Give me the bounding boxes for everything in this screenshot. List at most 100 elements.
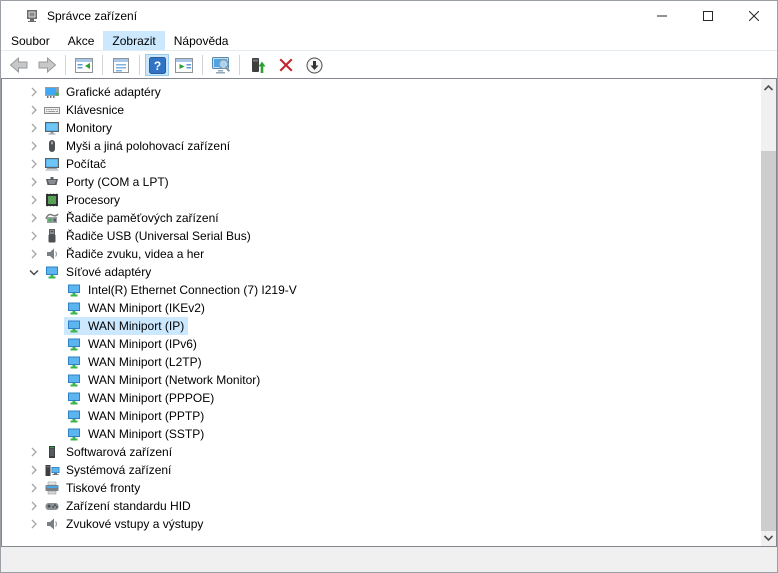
tree-item-content[interactable]: Systémová zařízení [42, 461, 175, 479]
tree-item[interactable]: Systémová zařízení [2, 461, 761, 479]
tree-item[interactable]: Řadiče zvuku, videa a her [2, 245, 761, 263]
properties-button[interactable] [108, 53, 134, 77]
tree-item[interactable]: WAN Miniport (IP) [2, 317, 761, 335]
tree-item[interactable]: Klávesnice [2, 101, 761, 119]
chevron-right-icon[interactable] [26, 498, 42, 514]
tree-item[interactable]: WAN Miniport (Network Monitor) [2, 371, 761, 389]
tree-item[interactable]: Softwarová zařízení [2, 443, 761, 461]
audio-controller-icon [44, 246, 60, 262]
chevron-right-icon [26, 84, 42, 100]
network-adapter-icon [66, 426, 82, 442]
chevron-right-icon[interactable] [26, 246, 42, 262]
tree-item[interactable]: Myši a jiná polohovací zařízení [2, 137, 761, 155]
processor-icon [44, 192, 60, 208]
chevron-right-icon[interactable] [26, 102, 42, 118]
tree-item[interactable]: WAN Miniport (IPv6) [2, 335, 761, 353]
tree-item[interactable]: Intel(R) Ethernet Connection (7) I219-V [2, 281, 761, 299]
tree-item[interactable]: WAN Miniport (SSTP) [2, 425, 761, 443]
uninstall-device-button[interactable] [273, 53, 299, 77]
scan-hardware-changes-button[interactable] [208, 53, 234, 77]
maximize-button[interactable] [685, 1, 731, 31]
close-icon [749, 11, 759, 21]
tree-item-content[interactable]: WAN Miniport (IKEv2) [64, 299, 209, 317]
update-driver-button[interactable] [245, 53, 271, 77]
show-console-tree-button[interactable] [71, 53, 97, 77]
tree-item-content[interactable]: Řadiče paměťových zařízení [42, 209, 223, 227]
tree-item[interactable]: WAN Miniport (PPTP) [2, 407, 761, 425]
chevron-right-icon [26, 192, 42, 208]
back-button[interactable] [6, 53, 32, 77]
titlebar[interactable]: Správce zařízení [1, 1, 777, 31]
tree-item-content[interactable]: Zařízení standardu HID [42, 497, 195, 515]
chevron-right-icon[interactable] [26, 120, 42, 136]
tree-item-content[interactable]: Myši a jiná polohovací zařízení [42, 137, 234, 155]
tree-item-content[interactable]: WAN Miniport (PPPOE) [64, 389, 218, 407]
tree-item-content[interactable]: WAN Miniport (PPTP) [64, 407, 208, 425]
chevron-right-icon [26, 444, 42, 460]
tree-item[interactable]: Počítač [2, 155, 761, 173]
disable-device-button[interactable] [301, 53, 327, 77]
tree-item-content[interactable]: Intel(R) Ethernet Connection (7) I219-V [64, 281, 301, 299]
tree-item-content[interactable]: Řadiče zvuku, videa a her [42, 245, 208, 263]
show-action-pane-button[interactable] [171, 53, 197, 77]
tree-item[interactable]: Porty (COM a LPT) [2, 173, 761, 191]
tree-item[interactable]: Zařízení standardu HID [2, 497, 761, 515]
tree-item-content[interactable]: Procesory [42, 191, 124, 209]
tree-item-content[interactable]: Porty (COM a LPT) [42, 173, 173, 191]
tree-item-content[interactable]: Monitory [42, 119, 116, 137]
close-button[interactable] [731, 1, 777, 31]
tree-item[interactable]: Zvukové vstupy a výstupy [2, 515, 761, 533]
chevron-down-icon[interactable] [26, 264, 42, 280]
menu-akce[interactable]: Akce [59, 31, 104, 50]
chevron-right-icon[interactable] [26, 138, 42, 154]
scroll-down-button[interactable] [761, 529, 776, 546]
tree-item-label: Zvukové vstupy a výstupy [66, 517, 203, 531]
tree-item-content[interactable]: WAN Miniport (SSTP) [64, 425, 208, 443]
tree-item[interactable]: Tiskové fronty [2, 479, 761, 497]
chevron-right-icon[interactable] [26, 156, 42, 172]
tree-item-content[interactable]: WAN Miniport (Network Monitor) [64, 371, 264, 389]
menu-soubor[interactable]: Soubor [2, 31, 59, 50]
tree-item-content[interactable]: Grafické adaptéry [42, 83, 165, 101]
tree-item[interactable]: WAN Miniport (IKEv2) [2, 299, 761, 317]
chevron-right-icon[interactable] [26, 444, 42, 460]
tree-item-selected[interactable]: WAN Miniport (IP) [64, 317, 188, 335]
chevron-right-icon[interactable] [26, 462, 42, 478]
chevron-right-icon[interactable] [26, 480, 42, 496]
tree-item[interactable]: Řadiče USB (Universal Serial Bus) [2, 227, 761, 245]
chevron-right-icon[interactable] [26, 84, 42, 100]
tree-item-content[interactable]: WAN Miniport (IPv6) [64, 335, 201, 353]
tree-item-content[interactable]: Řadiče USB (Universal Serial Bus) [42, 227, 255, 245]
help-button[interactable]: ? [145, 54, 169, 76]
tree-item[interactable]: Síťové adaptéry [2, 263, 761, 281]
tree-item-content[interactable]: WAN Miniport (L2TP) [64, 353, 206, 371]
tree-item[interactable]: WAN Miniport (L2TP) [2, 353, 761, 371]
chevron-right-icon[interactable] [26, 192, 42, 208]
chevron-right-icon[interactable] [26, 210, 42, 226]
tree-item-content[interactable]: Síťové adaptéry [42, 263, 155, 281]
tree-item-content[interactable]: Tiskové fronty [42, 479, 144, 497]
tree-item[interactable]: Řadiče paměťových zařízení [2, 209, 761, 227]
scrollbar-thumb[interactable] [761, 151, 776, 531]
tree-item-content[interactable]: Klávesnice [42, 101, 128, 119]
menu-zobrazit[interactable]: Zobrazit [103, 31, 164, 50]
chevron-right-icon[interactable] [26, 228, 42, 244]
tree-item[interactable]: Monitory [2, 119, 761, 137]
tree-item-content[interactable]: Počítač [42, 155, 110, 173]
chevron-right-icon[interactable] [26, 174, 42, 190]
tree-item-content[interactable]: Softwarová zařízení [42, 443, 176, 461]
menu-napoveda[interactable]: Nápověda [165, 31, 238, 50]
svg-text:?: ? [153, 59, 160, 73]
device-manager-window: Správce zařízení SouborAkceZobrazitNápov… [0, 0, 778, 573]
minimize-button[interactable] [639, 1, 685, 31]
tree-item[interactable]: Procesory [2, 191, 761, 209]
vertical-scrollbar[interactable] [761, 79, 776, 546]
tree-item-label: WAN Miniport (IPv6) [88, 337, 197, 351]
tree-item-label: WAN Miniport (PPPOE) [88, 391, 214, 405]
forward-button[interactable] [34, 53, 60, 77]
tree-item[interactable]: Grafické adaptéry [2, 83, 761, 101]
tree-item-content[interactable]: Zvukové vstupy a výstupy [42, 515, 207, 533]
scroll-up-button[interactable] [761, 79, 776, 96]
chevron-right-icon[interactable] [26, 516, 42, 532]
tree-item[interactable]: WAN Miniport (PPPOE) [2, 389, 761, 407]
